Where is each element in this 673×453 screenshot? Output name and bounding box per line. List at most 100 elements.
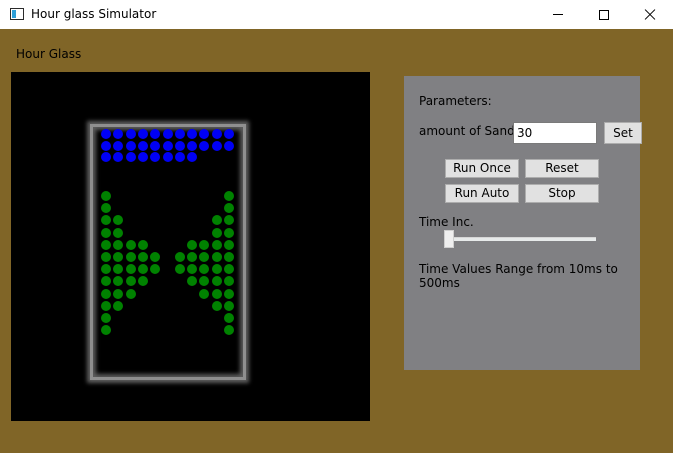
slider-thumb[interactable] (444, 230, 454, 248)
minimize-icon (553, 14, 563, 15)
settled-sand-grain (224, 252, 234, 262)
falling-sand-grain (187, 140, 198, 151)
settled-sand-grain (137, 239, 148, 250)
close-button[interactable] (627, 0, 673, 29)
run-once-button[interactable]: Run Once (445, 159, 519, 178)
falling-sand-grain (224, 140, 234, 151)
slider-track[interactable] (444, 237, 596, 241)
settled-sand-grain (125, 264, 136, 275)
parameters-panel: Parameters: amount of Sand: Set Run Once… (404, 76, 642, 370)
settled-sand-grain (211, 239, 222, 250)
settled-sand-grain (137, 252, 148, 262)
falling-sand-grain (174, 152, 185, 162)
client-area: Hour Glass Parameters: amount of Sand: S… (0, 29, 673, 453)
settled-sand-grain (101, 300, 111, 311)
falling-sand-grain (125, 140, 136, 151)
time-increment-slider[interactable] (444, 230, 596, 248)
time-range-text: Time Values Range from 10ms to 500ms (419, 262, 618, 290)
settled-sand-grain (211, 252, 222, 262)
close-icon (644, 9, 656, 21)
settled-sand-grain (101, 276, 111, 287)
falling-sand-grain (162, 140, 173, 151)
settled-sand-grain (101, 288, 111, 299)
settled-sand-grain (101, 264, 111, 275)
settled-sand-grain (101, 313, 111, 323)
settled-sand-grain (101, 203, 111, 214)
falling-sand-grain (137, 152, 148, 162)
falling-sand-grain (113, 140, 124, 151)
sand-amount-input[interactable] (513, 122, 597, 144)
run-auto-button[interactable]: Run Auto (445, 184, 519, 203)
falling-sand-grain (150, 129, 161, 139)
settled-sand-grain (187, 276, 198, 287)
reset-button[interactable]: Reset (525, 159, 599, 178)
falling-sand-grain (125, 129, 136, 139)
settled-sand-grain (211, 227, 222, 238)
falling-sand-grain (101, 140, 111, 151)
falling-sand-grain (187, 129, 198, 139)
settled-sand-grain (199, 264, 210, 275)
falling-sand-grain (224, 129, 234, 139)
simulation-canvas (11, 72, 370, 421)
settled-sand-grain (199, 252, 210, 262)
falling-sand-grain (150, 140, 161, 151)
falling-sand-grain (174, 140, 185, 151)
sand-grains (11, 72, 370, 421)
settled-sand-grain (187, 239, 198, 250)
falling-sand-grain (199, 129, 210, 139)
settled-sand-grain (113, 227, 124, 238)
settled-sand-grain (113, 252, 124, 262)
set-button[interactable]: Set (604, 122, 642, 144)
settled-sand-grain (150, 252, 161, 262)
falling-sand-grain (187, 152, 198, 162)
settled-sand-grain (224, 313, 234, 323)
settled-sand-grain (101, 215, 111, 226)
settled-sand-grain (101, 252, 111, 262)
falling-sand-grain (162, 152, 173, 162)
app-window-icon (10, 8, 24, 20)
settled-sand-grain (101, 325, 111, 336)
settled-sand-grain (224, 215, 234, 226)
time-increment-label: Time Inc. (419, 215, 474, 229)
hour-glass-group-label: Hour Glass (16, 47, 82, 61)
falling-sand-grain (113, 129, 124, 139)
settled-sand-grain (224, 325, 234, 336)
settled-sand-grain (224, 264, 234, 275)
settled-sand-grain (224, 191, 234, 201)
settled-sand-grain (211, 300, 222, 311)
settled-sand-grain (211, 264, 222, 275)
settled-sand-grain (113, 288, 124, 299)
falling-sand-grain (137, 140, 148, 151)
settled-sand-grain (224, 288, 234, 299)
falling-sand-grain (162, 129, 173, 139)
falling-sand-grain (101, 152, 111, 162)
stop-button[interactable]: Stop (525, 184, 599, 203)
settled-sand-grain (125, 252, 136, 262)
settled-sand-grain (224, 239, 234, 250)
settled-sand-grain (137, 276, 148, 287)
settled-sand-grain (150, 264, 161, 275)
settled-sand-grain (174, 264, 185, 275)
settled-sand-grain (101, 239, 111, 250)
settled-sand-grain (174, 252, 185, 262)
sand-amount-label: amount of Sand: (419, 124, 519, 138)
settled-sand-grain (113, 300, 124, 311)
settled-sand-grain (224, 203, 234, 214)
settled-sand-grain (224, 227, 234, 238)
settled-sand-grain (125, 288, 136, 299)
falling-sand-grain (211, 129, 222, 139)
minimize-button[interactable] (535, 0, 581, 29)
settled-sand-grain (125, 276, 136, 287)
maximize-button[interactable] (581, 0, 627, 29)
maximize-icon (599, 9, 609, 20)
falling-sand-grain (211, 140, 222, 151)
settled-sand-grain (101, 191, 111, 201)
falling-sand-grain (137, 129, 148, 139)
falling-sand-grain (125, 152, 136, 162)
settled-sand-grain (125, 239, 136, 250)
falling-sand-grain (150, 152, 161, 162)
falling-sand-grain (174, 129, 185, 139)
falling-sand-grain (199, 140, 210, 151)
settled-sand-grain (113, 215, 124, 226)
settled-sand-grain (101, 227, 111, 238)
